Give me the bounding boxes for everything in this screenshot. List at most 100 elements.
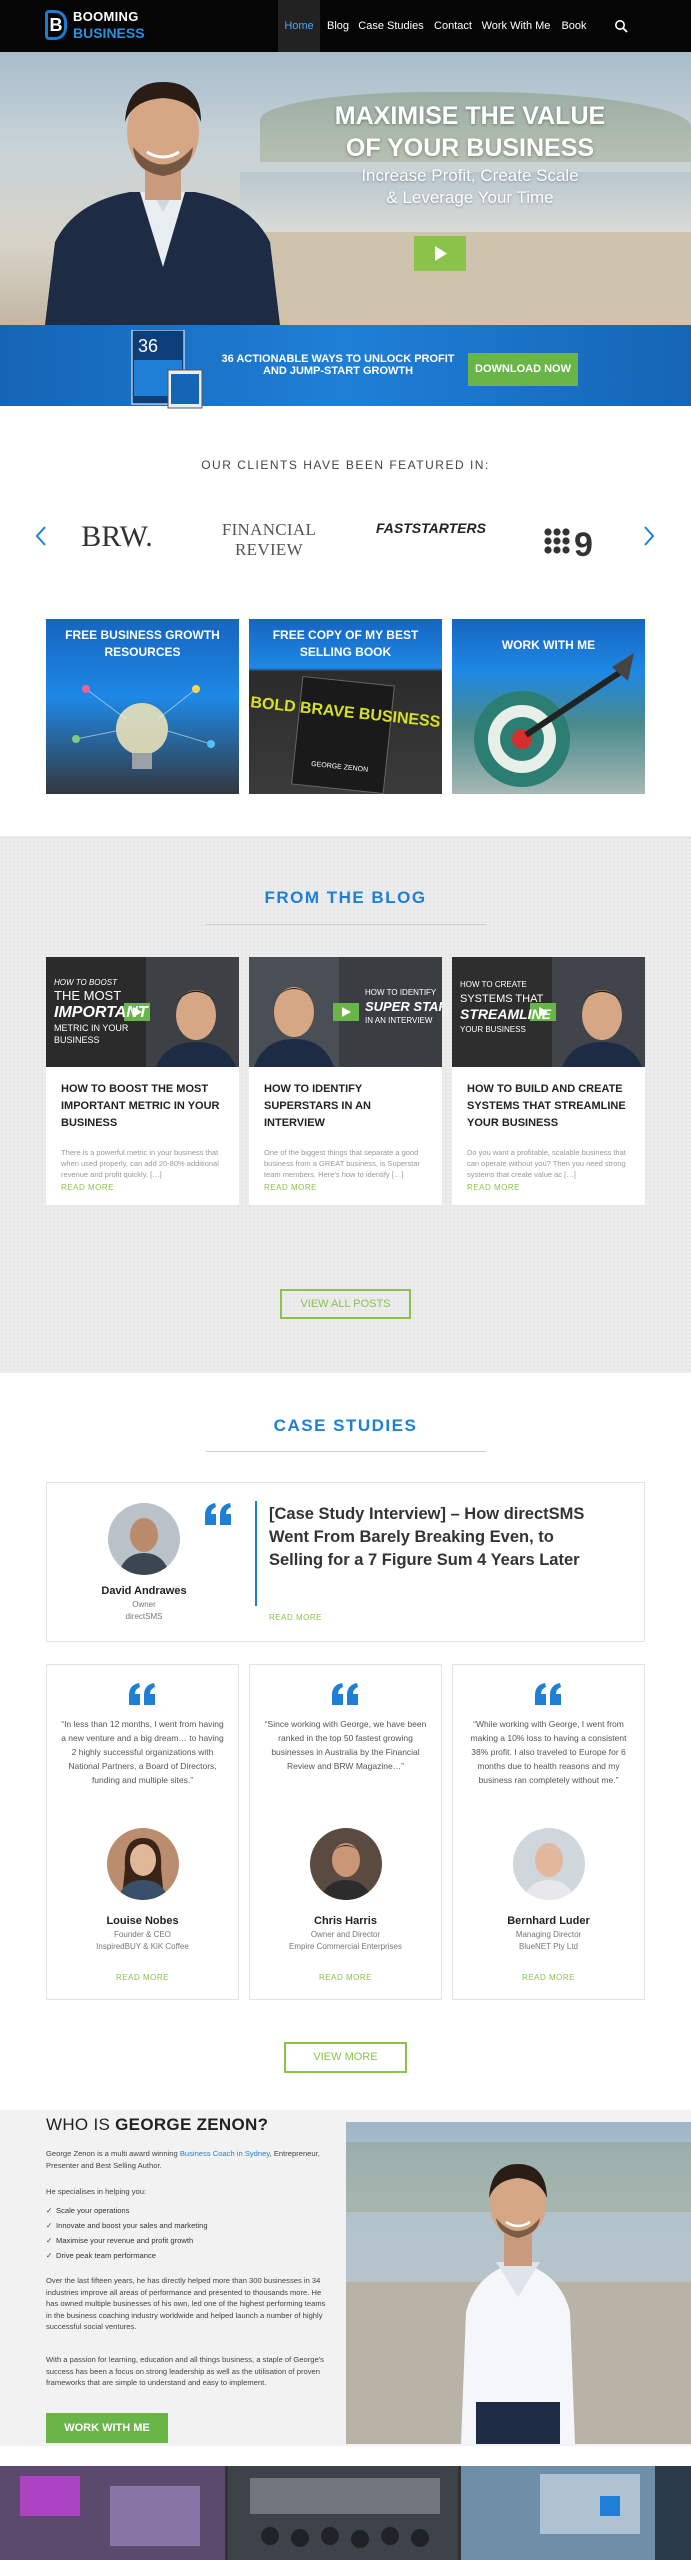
read-more-link[interactable]: READ MORE — [269, 1613, 322, 1622]
client-company: InspiredBUY & KiK Coffee — [96, 1942, 189, 1951]
nav-item-book[interactable]: Book — [554, 0, 594, 52]
chevron-left-icon[interactable] — [34, 525, 48, 547]
featured-case-study-card[interactable]: David Andrawes Owner directSMS [Case Stu… — [46, 1482, 645, 1642]
read-more-link[interactable]: READ MORE — [47, 1973, 238, 1982]
hero-portrait-image — [45, 82, 280, 325]
client-logo-faststarters: FASTSTARTERS — [376, 520, 486, 536]
logo-text-line1: BOOMING — [73, 9, 139, 24]
blog-thumbnail-image: HOW TO CREATE SYSTEMS THAT STREAMLINE YO… — [452, 957, 645, 1067]
client-company: Empire Commercial Enterprises — [289, 1942, 402, 1951]
logo-mark: B — [45, 10, 67, 40]
read-more-link[interactable]: READ MORE — [453, 1973, 644, 1982]
about-bullet: ✓ Scale your operations — [46, 2206, 129, 2215]
quote-icon — [535, 1683, 561, 1705]
chevron-right-icon[interactable] — [642, 525, 656, 547]
avatar — [108, 1503, 180, 1575]
testimonial-card: “In less than 12 months, I went from hav… — [46, 1664, 239, 2000]
blog-post-card[interactable]: HOW TO IDENTIFY SUPER STARS IN AN INTERV… — [249, 957, 442, 1205]
blog-heading-divider — [206, 924, 486, 925]
download-now-button[interactable]: DOWNLOAD NOW — [468, 353, 578, 386]
thumb-text: SUPER STARS — [365, 999, 442, 1014]
nav-item-case-studies[interactable]: Case Studies — [357, 0, 425, 52]
about-bullet-text: Drive peak team performance — [56, 2251, 157, 2260]
about-intro: George Zenon is a multi award winning Bu… — [46, 2148, 328, 2171]
hero-title-line1: MAXIMISE THE VALUE — [334, 102, 606, 130]
nav-item-blog[interactable]: Blog — [322, 0, 354, 52]
case-studies-heading-divider — [206, 1451, 486, 1452]
quote-icon — [129, 1683, 155, 1705]
client-name: Louise Nobes — [106, 1915, 179, 1927]
video-play-button[interactable] — [414, 236, 466, 271]
about-paragraph: With a passion for learning, education a… — [46, 2355, 324, 2387]
testimonial-quote: “While working with George, I went from … — [470, 1719, 627, 1785]
about-bullet-text: Scale your operations — [56, 2206, 130, 2215]
client-logo-financial-review: FINANCIAL REVIEW — [221, 520, 317, 559]
featured-accent-bar — [255, 1501, 257, 1606]
about-bullet-text: Maximise your revenue and profit growth — [56, 2236, 194, 2245]
about-bullet: ✓ Drive peak team performance — [46, 2251, 156, 2260]
thumb-text: THE MOST — [54, 988, 121, 1003]
site-header: B BOOMING BUSINESS Home Blog Case Studie… — [0, 0, 691, 52]
nav-item-home[interactable]: Home — [278, 0, 320, 52]
about-heading-plain: WHO IS — [46, 2115, 116, 2134]
feature-card-label: FREE COPY OF MY BEST SELLING BOOK — [272, 628, 419, 659]
featured-case-title[interactable]: [Case Study Interview] – How directSMS W… — [269, 1503, 599, 1572]
read-more-link[interactable]: READ MORE — [250, 1973, 441, 1982]
blog-post-card[interactable]: HOW TO CREATE SYSTEMS THAT STREAMLINE YO… — [452, 957, 645, 1205]
view-all-posts-button[interactable]: VIEW ALL POSTS — [280, 1289, 411, 1319]
check-icon: ✓ — [46, 2251, 53, 2260]
blog-post-card[interactable]: HOW TO BOOST THE MOST IMPORTANT METRIC I… — [46, 957, 239, 1205]
quote-icon — [205, 1503, 231, 1525]
blog-post-excerpt: One of the biggest things that separate … — [264, 1148, 421, 1179]
blog-post-thumbnail[interactable]: HOW TO IDENTIFY SUPER STARS IN AN INTERV… — [249, 957, 442, 1067]
blog-thumbnail-image: HOW TO IDENTIFY SUPER STARS IN AN INTERV… — [249, 957, 442, 1067]
feature-card-book[interactable]: BOLD BRAVE BUSINESS GEORGE ZENON FREE CO… — [249, 619, 442, 794]
thumb-text: HOW TO IDENTIFY — [365, 988, 437, 997]
nav-item-work-with-me[interactable]: Work With Me — [481, 0, 551, 52]
client-name: Chris Harris — [314, 1915, 377, 1927]
blog-post-thumbnail[interactable]: HOW TO BOOST THE MOST IMPORTANT METRIC I… — [46, 957, 239, 1067]
blog-post-title[interactable]: HOW TO IDENTIFY SUPERSTARS IN AN INTERVI… — [264, 1081, 429, 1132]
ebook-cover-image: 36 — [131, 330, 203, 409]
hero-subtitle-line1: Increase Profit, Create Scale — [361, 166, 579, 185]
about-bullet: ✓ Innovate and boost your sales and marke… — [46, 2221, 208, 2230]
thumb-text: BUSINESS — [54, 1035, 100, 1045]
play-icon — [435, 246, 447, 261]
check-icon: ✓ — [46, 2236, 53, 2245]
banner-text-line2: AND JUMP-START GROWTH — [262, 365, 414, 377]
testimonial-quote: “In less than 12 months, I went from hav… — [61, 1719, 224, 1785]
read-more-link[interactable]: READ MORE — [264, 1183, 317, 1192]
event-photos-image — [0, 2466, 691, 2560]
banner-text-line1: 36 ACTIONABLE WAYS TO UNLOCK PROFIT — [221, 353, 455, 365]
about-bullet: ✓ Maximise your revenue and profit growth — [46, 2236, 193, 2245]
avatar-image — [118, 1518, 170, 1575]
thumb-text: IN AN INTERVIEW — [365, 1016, 433, 1025]
thumb-text: STREAMLINE — [460, 1006, 552, 1022]
read-more-link[interactable]: READ MORE — [467, 1183, 520, 1192]
feature-card-resources[interactable]: FREE BUSINESS GROWTH RESOURCES — [46, 619, 239, 794]
feature-card-label: WORK WITH ME — [501, 638, 596, 652]
blog-post-thumbnail[interactable]: HOW TO CREATE SYSTEMS THAT STREAMLINE YO… — [452, 957, 645, 1067]
view-more-button[interactable]: VIEW MORE — [284, 2042, 407, 2073]
feature-card-label: FREE BUSINESS GROWTH RESOURCES — [65, 628, 220, 659]
nine-logo-digit: 9 — [574, 526, 593, 560]
blog-thumbnail-image: HOW TO BOOST THE MOST IMPORTANT METRIC I… — [46, 957, 239, 1067]
site-logo[interactable]: B BOOMING BUSINESS — [45, 7, 155, 45]
blog-post-title[interactable]: HOW TO BOOST THE MOST IMPORTANT METRIC I… — [61, 1081, 226, 1132]
portrait-image — [346, 2142, 691, 2444]
search-icon[interactable] — [614, 19, 628, 33]
about-heading: WHO IS GEORGE ZENON? — [46, 2115, 268, 2135]
nav-item-contact[interactable]: Contact — [428, 0, 478, 52]
thumb-text: HOW TO BOOST — [54, 978, 118, 987]
work-with-me-button[interactable]: WORK WITH ME — [46, 2413, 168, 2443]
check-icon: ✓ — [46, 2221, 53, 2230]
blog-post-title[interactable]: HOW TO BUILD AND CREATE SYSTEMS THAT STR… — [467, 1081, 632, 1132]
testimonial-quote: “Since working with George, we have been… — [264, 1719, 427, 1771]
business-coach-link[interactable]: Business Coach in Sydney — [180, 2149, 270, 2158]
feature-card-work-with-me[interactable]: WORK WITH ME — [452, 619, 645, 794]
about-intro-text: George Zenon is a multi award winning — [46, 2149, 180, 2158]
avatar-image — [523, 1843, 575, 1900]
thumb-text: IMPORTANT — [54, 1004, 149, 1021]
client-role: Founder & CEO — [114, 1930, 171, 1939]
read-more-link[interactable]: READ MORE — [61, 1183, 114, 1192]
